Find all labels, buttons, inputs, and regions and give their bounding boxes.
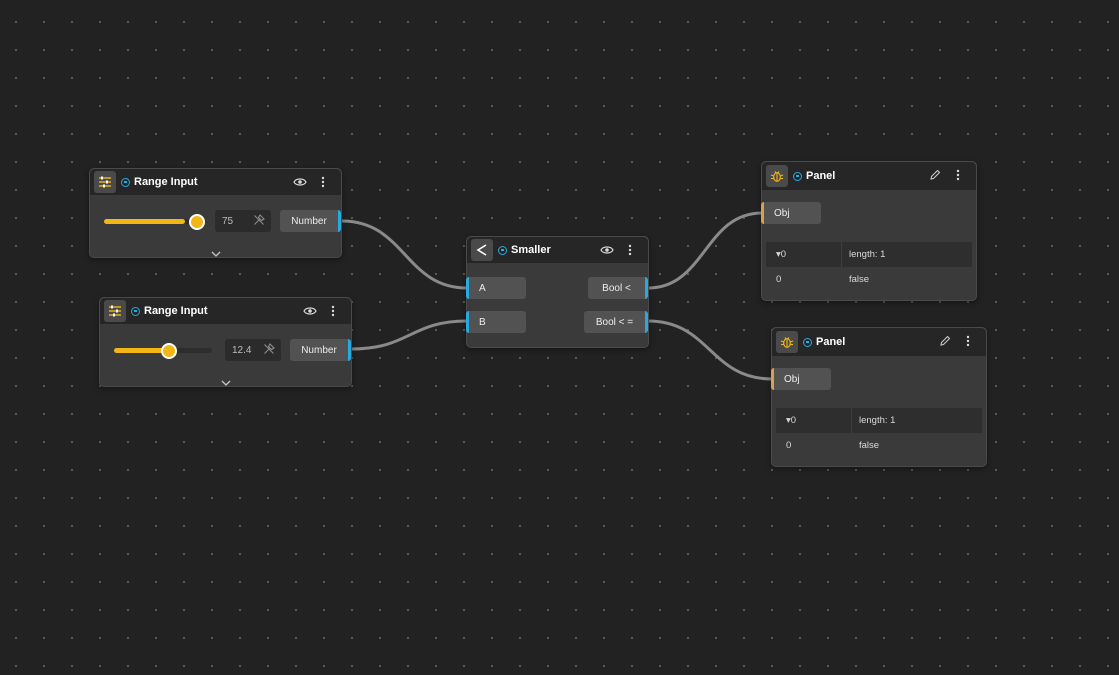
slider-fill [114,348,168,353]
panel-data-table: ▾0 length: 1 0 false [776,408,982,458]
bug-icon [776,331,798,353]
sliders-icon [104,300,126,322]
node-title: Range Input [144,305,208,317]
row-value: length: 1 [859,415,896,426]
row-value: false [849,274,870,285]
row-value: false [859,440,880,451]
table-row: ▾0 length: 1 [776,408,982,433]
bug-icon [766,165,788,187]
slider-fill [104,219,185,224]
range-input-node-2[interactable]: Range Input 12.4 Number [99,297,352,387]
row-index-toggle[interactable]: ▾0 [776,408,852,433]
value-text: 12.4 [232,344,252,356]
panel-node-1[interactable]: Panel Obj ▾0 length: 1 0 false [761,161,977,301]
input-port-label: B [479,316,486,328]
node-header[interactable]: Panel [762,162,976,190]
row-index-toggle[interactable]: ▾0 [766,242,842,267]
table-row: 0 false [766,267,972,292]
input-port-label: A [479,282,486,294]
table-row: 0 false [776,433,982,458]
node-title: Range Input [134,176,198,188]
row-value: length: 1 [849,249,886,260]
node-title: Panel [806,170,836,182]
wire-range1-to-a[interactable] [341,219,468,290]
input-port-b[interactable]: B [466,311,526,333]
pin-icon[interactable] [263,343,275,358]
row-index: 0 [776,274,782,285]
panel-node-2[interactable]: Panel Obj ▾0 length: 1 0 false [771,327,987,467]
node-header[interactable]: Panel [772,328,986,356]
output-port-label: Number [301,344,337,356]
pin-icon[interactable] [253,214,265,229]
eye-icon[interactable] [302,303,318,319]
status-icon [131,306,140,316]
output-port-label: Bool < [602,282,631,294]
input-port-obj[interactable]: Obj [771,368,831,390]
input-port-label: Obj [774,207,790,219]
output-port-label: Number [291,215,327,227]
output-port-bool-le[interactable]: Bool < = [584,311,648,333]
chevron-down-icon[interactable] [210,245,222,257]
slider-knob[interactable] [161,342,177,359]
menu-icon[interactable] [325,303,341,319]
smaller-node[interactable]: Smaller A B Bool < Bool < = [466,236,649,348]
status-icon [803,337,812,347]
status-icon [793,171,802,181]
node-header[interactable]: Smaller [467,237,648,263]
input-port-obj[interactable]: Obj [761,202,821,224]
node-header[interactable]: Range Input [90,169,341,195]
value-field[interactable]: 12.4 [225,339,281,361]
eye-icon[interactable] [292,174,308,190]
status-icon [498,245,507,255]
output-port-number[interactable]: Number [280,210,341,232]
slider-knob[interactable] [189,213,205,230]
value-field[interactable]: 75 [215,210,271,232]
range-slider[interactable] [104,213,205,230]
status-icon [121,177,130,187]
menu-icon[interactable] [950,167,966,183]
node-title: Smaller [511,244,551,256]
eye-icon[interactable] [599,242,615,258]
value-text: 75 [222,215,234,227]
edit-icon[interactable] [937,333,953,349]
panel-data-table: ▾0 length: 1 0 false [766,242,972,292]
output-port-label: Bool < = [595,316,634,328]
menu-icon[interactable] [622,242,638,258]
chevron-down-icon[interactable] [220,374,232,386]
menu-icon[interactable] [315,174,331,190]
range-input-node-1[interactable]: Range Input 75 Number [89,168,342,258]
wire-le-to-panel2[interactable] [647,319,773,381]
less-than-icon [471,239,493,261]
output-port-bool-lt[interactable]: Bool < [588,277,648,299]
input-port-a[interactable]: A [466,277,526,299]
node-title: Panel [816,336,846,348]
row-index: 0 [786,440,792,451]
edit-icon[interactable] [927,167,943,183]
input-port-label: Obj [784,373,800,385]
output-port-number[interactable]: Number [290,339,351,361]
wire-lt-to-panel1[interactable] [647,211,763,290]
table-row: ▾0 length: 1 [766,242,972,267]
range-slider[interactable] [114,342,212,359]
node-header[interactable]: Range Input [100,298,351,324]
menu-icon[interactable] [960,333,976,349]
sliders-icon [94,171,116,193]
wire-range2-to-b[interactable] [350,319,468,351]
